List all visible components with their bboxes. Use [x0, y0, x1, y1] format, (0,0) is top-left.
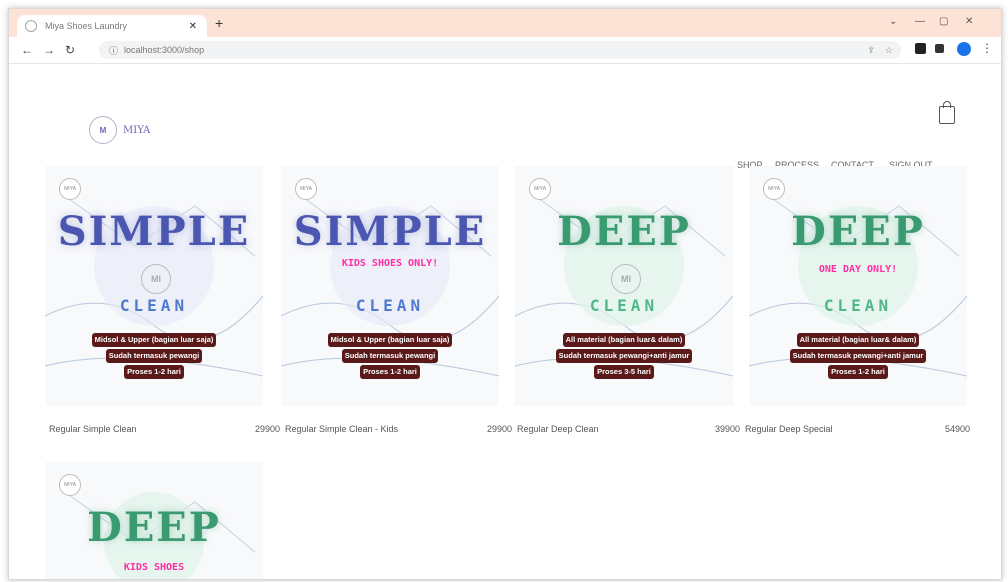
product-card[interactable]: MIYA MI SIMPLE CLEAN Midsol & Upper (bag… [45, 166, 263, 406]
share-icon[interactable]: ⇪ [867, 45, 875, 56]
site-info-icon[interactable]: ⓘ [109, 44, 118, 57]
card-subtitle-word: CLEAN [119, 296, 189, 315]
close-tab-icon[interactable]: ✕ [189, 21, 197, 32]
card-subtitle-word: CLEAN [823, 296, 893, 315]
maximize-button[interactable]: ▢ [939, 16, 948, 27]
profile-avatar-icon[interactable] [957, 42, 971, 56]
card-center-logo: MI [611, 264, 641, 294]
card-brand-icon: MIYA [59, 474, 81, 496]
browser-menu-icon[interactable]: ⋮ [981, 41, 993, 55]
url-text: localhost:3000/shop [124, 45, 205, 55]
address-bar[interactable]: ⓘ localhost:3000/shop ⇪ ☆ [99, 41, 901, 59]
shop-page: M MIYA SHOP PROCESS CONTACT SIGN OUT MIY… [9, 64, 1001, 579]
card-title-word: DEEP [87, 504, 221, 551]
minimize-button[interactable]: — [915, 16, 925, 27]
shopping-bag-icon[interactable] [939, 101, 955, 124]
card-desc-line: Proses 3-5 hari [594, 365, 654, 379]
browser-tab[interactable]: Miya Shoes Laundry ✕ [17, 15, 207, 37]
logo-badge: M [89, 116, 117, 144]
card-desc-line: Sudah termasuk pewangi+anti jamur [789, 349, 927, 363]
card-desc-line: All material (bagian luar& dalam) [796, 333, 920, 347]
card-desc-line: Sudah termasuk pewangi+anti jamur [555, 349, 693, 363]
card-description: All material (bagian luar& dalam) Sudah … [761, 332, 955, 380]
product-price: 54900 [945, 424, 971, 434]
card-title-word: SIMPLE [293, 208, 487, 255]
extensions-icon[interactable] [915, 43, 926, 54]
card-brand-icon: MIYA [529, 178, 551, 200]
browser-window: Miya Shoes Laundry ✕ + ⌄ — ▢ ✕ ← → ↻ ⓘ l… [8, 8, 1002, 580]
card-desc-line: Midsol & Upper (bagian luar saja) [327, 333, 453, 347]
card-desc-line: All material (bagian luar& dalam) [562, 333, 686, 347]
product-name[interactable]: Regular Simple Clean [49, 424, 137, 434]
product-name[interactable]: Regular Deep Clean [517, 424, 599, 434]
bookmark-star-icon[interactable]: ☆ [885, 45, 893, 56]
sidebar-icon[interactable] [935, 44, 944, 53]
card-title-word: SIMPLE [57, 208, 251, 255]
product-card[interactable]: MIYA MI DEEP CLEAN All material (bagian … [515, 166, 733, 406]
card-desc-line: Proses 1-2 hari [828, 365, 888, 379]
card-brand-icon: MIYA [59, 178, 81, 200]
product-price: 39900 [715, 424, 741, 434]
forward-arrow-icon[interactable]: → [43, 42, 55, 58]
card-desc-line: Sudah termasuk pewangi [341, 349, 439, 363]
back-arrow-icon[interactable]: ← [21, 42, 33, 58]
card-desc-line: Proses 1-2 hari [360, 365, 420, 379]
collapse-icon[interactable]: ⌄ [889, 16, 897, 27]
card-highlight: KIDS SHOES [123, 562, 185, 573]
tab-strip: Miya Shoes Laundry ✕ + ⌄ — ▢ ✕ [9, 9, 1001, 37]
reload-icon[interactable]: ↻ [65, 42, 75, 58]
product-name[interactable]: Regular Simple Clean - Kids [285, 424, 398, 434]
card-title-word: DEEP [791, 208, 925, 255]
product-name[interactable]: Regular Deep Special [745, 424, 833, 434]
favicon-icon [25, 20, 37, 32]
product-price: 29900 [255, 424, 281, 434]
card-center-logo: MI [141, 264, 171, 294]
card-description: All material (bagian luar& dalam) Sudah … [527, 332, 721, 380]
card-subtitle-word: CLEAN [589, 296, 659, 315]
new-tab-button[interactable]: + [215, 15, 223, 31]
card-highlight: ONE DAY ONLY! [818, 264, 898, 275]
product-price: 29900 [487, 424, 513, 434]
card-description: Midsol & Upper (bagian luar saja) Sudah … [57, 332, 251, 380]
browser-toolbar: ← → ↻ ⓘ localhost:3000/shop ⇪ ☆ ⋮ [9, 37, 1001, 64]
close-window-button[interactable]: ✕ [965, 16, 973, 27]
product-card[interactable]: MIYA DEEP KIDS SHOES [45, 462, 263, 579]
card-subtitle-word: CLEAN [355, 296, 425, 315]
tab-title: Miya Shoes Laundry [45, 21, 128, 31]
card-brand-icon: MIYA [295, 178, 317, 200]
card-brand-icon: MIYA [763, 178, 785, 200]
card-desc-line: Midsol & Upper (bagian luar saja) [91, 333, 217, 347]
product-card[interactable]: MIYA DEEP ONE DAY ONLY! CLEAN All materi… [749, 166, 967, 406]
card-description: Midsol & Upper (bagian luar saja) Sudah … [293, 332, 487, 380]
card-desc-line: Sudah termasuk pewangi [105, 349, 203, 363]
card-highlight: KIDS SHOES ONLY! [341, 258, 439, 269]
card-desc-line: Proses 1-2 hari [124, 365, 184, 379]
site-logo[interactable]: M MIYA [89, 116, 150, 144]
product-card[interactable]: MIYA SIMPLE KIDS SHOES ONLY! CLEAN Midso… [281, 166, 499, 406]
logo-name: MIYA [123, 124, 151, 136]
card-title-word: DEEP [557, 208, 691, 255]
